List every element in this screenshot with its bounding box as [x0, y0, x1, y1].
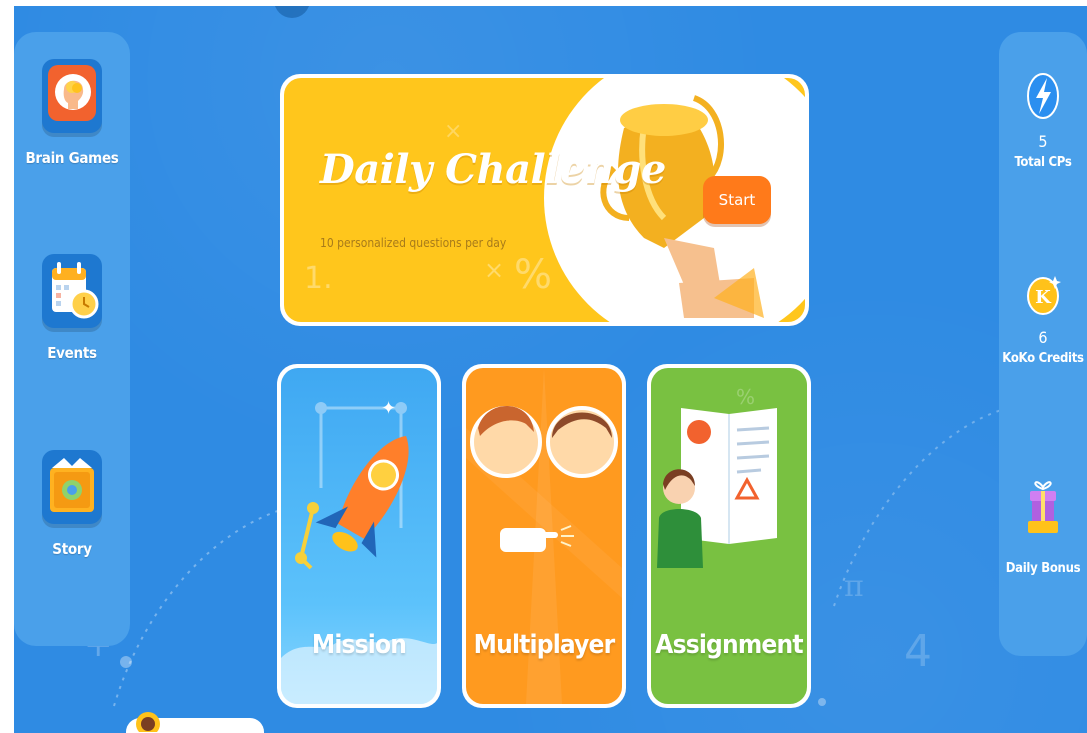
total-cps-label: Total CPs	[1014, 155, 1072, 170]
svg-text:1.: 1.	[304, 261, 333, 296]
assignment-label: Assignment	[655, 630, 803, 660]
assignment-banner: % Assignment	[651, 368, 807, 704]
nav-label-brain-games: Brain Games	[25, 149, 119, 167]
game-home-screen: + 4 π Brain Games	[14, 6, 1087, 733]
nav-label-story: Story	[52, 540, 92, 558]
daily-challenge-title: Daily Challenge	[320, 146, 666, 193]
svg-text:π: π	[844, 569, 864, 604]
koko-credits-value: 6	[1038, 328, 1048, 347]
avatar	[136, 712, 160, 732]
nav-item-events[interactable]: Events	[14, 254, 130, 362]
start-button[interactable]: Start	[703, 176, 771, 224]
svg-text:4: 4	[904, 626, 932, 677]
svg-text:×: ×	[484, 256, 504, 284]
right-stats-panel: 5 Total CPs K 6 KoKo Credits Daily Bonus	[999, 32, 1087, 656]
open-book-icon	[42, 450, 102, 524]
left-nav-panel: Brain Games Events Story	[14, 32, 130, 646]
daily-challenge-subtitle: 10 personalized questions per day	[320, 236, 507, 250]
nav-item-story[interactable]: Story	[14, 450, 130, 558]
koko-credits-label: KoKo Credits	[1002, 351, 1084, 366]
gift-box-icon	[1028, 481, 1058, 533]
koko-credits-stat[interactable]: K 6 KoKo Credits	[999, 272, 1087, 366]
nav-label-events: Events	[47, 344, 97, 362]
daily-bonus-label: Daily Bonus	[1005, 561, 1081, 576]
multiplayer-label: Multiplayer	[473, 630, 616, 660]
multiplayer-banner: Multiplayer	[466, 368, 622, 704]
svg-text:%: %	[736, 385, 755, 409]
svg-text:✦: ✦	[381, 398, 396, 419]
svg-text:×: ×	[444, 119, 462, 144]
multiplayer-card[interactable]: Multiplayer	[462, 364, 626, 708]
total-cps-stat[interactable]: 5 Total CPs	[999, 72, 1087, 170]
brain-head-icon	[42, 59, 102, 133]
profile-tab[interactable]	[126, 712, 264, 733]
svg-text:%: %	[514, 252, 552, 298]
daily-bonus-stat[interactable]: Daily Bonus	[999, 477, 1087, 576]
total-cps-value: 5	[1038, 132, 1048, 151]
koko-coin-icon: K	[1027, 276, 1061, 315]
mission-banner: ✦ Mission	[281, 368, 437, 704]
nav-item-brain-games[interactable]: Brain Games	[14, 59, 130, 167]
svg-text:K: K	[1035, 287, 1052, 308]
lightning-icon	[1027, 73, 1059, 119]
calendar-clock-icon	[42, 254, 102, 328]
assignment-card[interactable]: % Assignment	[647, 364, 811, 708]
mission-card[interactable]: ✦ Mission	[277, 364, 441, 708]
mission-label: Mission	[311, 630, 407, 660]
